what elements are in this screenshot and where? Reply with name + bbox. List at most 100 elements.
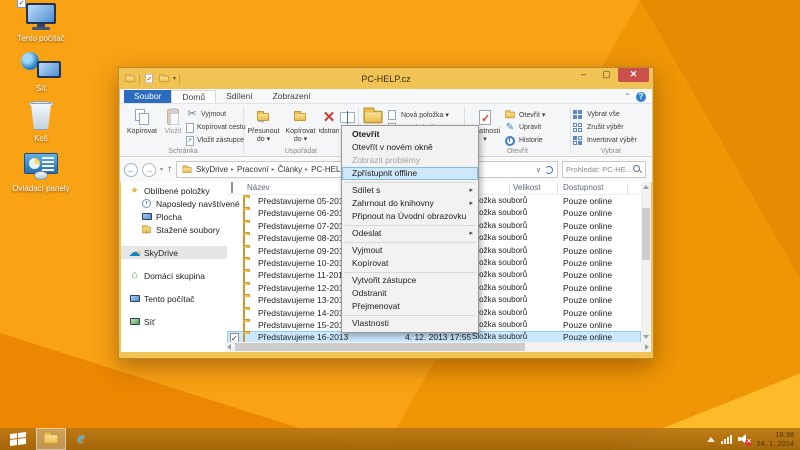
collapse-ribbon-icon[interactable]: ⌃ (624, 92, 631, 101)
copy-to-button[interactable]: Kopírovat do ▾ (282, 106, 319, 147)
maximize-button[interactable]: ▢ (595, 68, 618, 82)
up-button[interactable]: ↑ (167, 164, 172, 175)
network-icon (21, 52, 61, 82)
copy-path-button[interactable]: Kopírovat cestu (186, 121, 242, 134)
computer-icon (129, 293, 140, 304)
column-header-size[interactable]: Velikost (513, 183, 539, 192)
desktop-icon-this-pc[interactable]: ✓Tento počítač (10, 2, 72, 43)
address-dropdown-icon[interactable]: ∨ (536, 166, 541, 174)
rename-icon (340, 112, 355, 123)
group-label-open: Otevřít (466, 148, 569, 155)
horizontal-scroll-thumb[interactable] (235, 343, 525, 351)
desktop-icon (141, 211, 152, 222)
taskbar-file-explorer-button[interactable] (36, 428, 66, 450)
menu-item-zahrnout-do-knihovny[interactable]: Zahrnout do knihovny▸ (342, 197, 478, 210)
menu-item-odstranit[interactable]: Odstranit (342, 287, 478, 300)
copy-button[interactable]: Kopírovat (124, 106, 160, 147)
tab-soubor[interactable]: Soubor (124, 90, 171, 103)
search-input[interactable]: Prohledat: PC-HE... (562, 161, 646, 178)
file-name: Představujeme 09-2013 (258, 245, 348, 257)
tab-domu[interactable]: Domů (171, 90, 216, 103)
sidebar-item-s-[interactable]: Síť (121, 315, 227, 328)
desktop-icon-recycle-bin[interactable]: Koš (10, 102, 72, 143)
desktop-icon-control-panel[interactable]: Ovládací panely (10, 152, 72, 193)
invert-selection-button[interactable]: Invertovat výběr (572, 134, 650, 147)
move-to-button[interactable]: → Přesunout do ▾ (245, 106, 282, 147)
select-none-button[interactable]: Zrušit výběr (572, 121, 650, 134)
column-header-availability[interactable]: Dostupnost (563, 183, 603, 192)
scroll-right-icon[interactable] (645, 344, 649, 350)
row-checkbox[interactable]: ✓ (230, 332, 239, 342)
recent-locations-icon[interactable]: ▾ (160, 166, 163, 173)
close-button[interactable]: ✕ (618, 68, 649, 82)
menu-item-kop-rovat[interactable]: Kopírovat (342, 257, 478, 270)
menu-item-p-ipnout-na-vodn-obrazovku[interactable]: Připnout na Úvodní obrazovku (342, 210, 478, 223)
menu-item-sd-let-s[interactable]: Sdílet s▸ (342, 184, 478, 197)
selection-checkbox-icon: ✓ (17, 0, 26, 8)
back-button[interactable]: ← (124, 163, 138, 177)
scroll-up-icon[interactable] (643, 185, 649, 189)
desktop-icon-label: Koš (10, 134, 72, 143)
delete-button[interactable]: ✕ Odstranit (319, 106, 339, 147)
taskbar-internet-explorer-button[interactable]: e (66, 428, 96, 450)
file-name: Představujeme 10-2013 (258, 257, 348, 269)
vertical-scroll-thumb[interactable] (642, 208, 650, 260)
sidebar-item-plocha[interactable]: Plocha (121, 210, 227, 223)
volume-muted-icon[interactable]: ✕ (738, 434, 750, 444)
sidebar-item-dom-c-skupina[interactable]: ⌂Domácí skupina (121, 269, 227, 282)
edit-button[interactable]: ✎Upravit (504, 121, 568, 134)
submenu-arrow-icon: ▸ (469, 197, 473, 210)
tab-zobrazeni[interactable]: Zobrazení (263, 90, 321, 103)
menu-item-vytvo-it-z-stupce[interactable]: Vytvořit zástupce (342, 274, 478, 287)
menu-item-p-ejmenovat[interactable]: Přejmenovat (342, 300, 478, 313)
new-item-button[interactable]: Nová položka ▾ (386, 108, 462, 121)
file-type: Složka souborů (472, 220, 527, 232)
breadcrumb-segment[interactable]: Články (278, 165, 302, 174)
network-status-icon[interactable] (721, 435, 732, 444)
sidebar-item-sta-en-soubory[interactable]: ↓Stažené soubory (121, 223, 227, 236)
file-type: Složka souborů (472, 207, 527, 219)
menu-item-otev-t-v-nov-m-okn-[interactable]: Otevřít v novém okně (342, 141, 478, 154)
scroll-left-icon[interactable] (227, 344, 231, 350)
cut-button[interactable]: ✂Vyjmout (186, 108, 242, 121)
menu-item-otev-t[interactable]: Otevřít (342, 128, 478, 141)
move-to-icon: → (257, 113, 269, 121)
menu-item-zobrazit-probl-my[interactable]: Zobrazit problémy (342, 154, 478, 167)
horizontal-scrollbar[interactable] (225, 342, 651, 352)
minimize-button[interactable]: – (572, 68, 595, 82)
show-hidden-icons-icon[interactable] (707, 437, 715, 442)
file-name: Představujeme 13-2013 (258, 294, 348, 306)
menu-item-vyjmout[interactable]: Vyjmout (342, 244, 478, 257)
select-all-button[interactable]: Vybrat vše (572, 108, 650, 121)
sidebar-item-obl-ben-polo-ky[interactable]: ★Oblíbené položky (121, 184, 227, 197)
taskbar-clock[interactable]: 18:38 24. 1. 2014 (756, 430, 794, 448)
forward-button[interactable]: → (142, 163, 156, 177)
header-checkbox[interactable] (231, 183, 233, 192)
desktop-icon-network[interactable]: Síť (10, 52, 72, 93)
clock-date: 24. 1. 2014 (756, 439, 794, 448)
refresh-icon[interactable] (545, 166, 553, 174)
breadcrumb-segment[interactable]: Pracovní (237, 165, 269, 174)
downloads-icon: ↓ (141, 224, 152, 235)
paste-button[interactable]: Vložit (160, 106, 186, 147)
column-header-name[interactable]: Název (247, 183, 270, 192)
sidebar-item-skydrive[interactable]: ☁⚠SkyDrive (121, 246, 227, 259)
sidebar-item-label: Oblíbené položky (144, 186, 210, 196)
open-button[interactable]: Otevřít ▾ (504, 108, 568, 121)
help-icon[interactable]: ? (636, 92, 646, 102)
breadcrumb-segment[interactable]: SkyDrive (196, 165, 228, 174)
menu-item-odeslat[interactable]: Odeslat▸ (342, 227, 478, 240)
scroll-down-icon[interactable] (643, 335, 649, 339)
internet-explorer-icon: e (77, 430, 84, 448)
start-button[interactable] (0, 428, 36, 450)
menu-item-zp-stupnit-offline[interactable]: Zpřístupnit offline (342, 167, 478, 180)
vertical-scrollbar[interactable] (641, 182, 651, 342)
paste-shortcut-button[interactable]: Vložit zástupce (186, 134, 242, 147)
menu-item-vlastnosti[interactable]: Vlastnosti (342, 317, 478, 330)
sidebar-item-tento-po-ta-[interactable]: Tento počítač (121, 292, 227, 305)
sidebar-item-naposledy-nav-t-ven-[interactable]: Naposledy navštívené (121, 197, 227, 210)
tab-sdileni[interactable]: Sdílení (216, 90, 262, 103)
history-button[interactable]: Historie (504, 134, 568, 147)
file-size (527, 319, 561, 331)
titlebar[interactable]: ▾ PC-HELP.cz – ▢ ✕ (119, 68, 653, 89)
